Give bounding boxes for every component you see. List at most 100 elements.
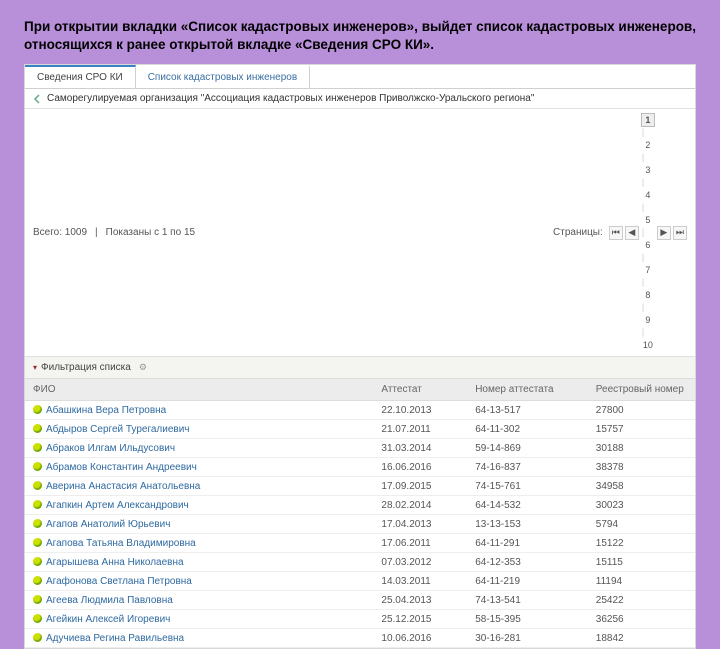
cell-date: 17.09.2015: [373, 477, 467, 496]
page-number[interactable]: 7: [641, 263, 655, 277]
org-name: Саморегулируемая организация "Ассоциация…: [47, 93, 534, 104]
cell-date: 16.06.2016: [373, 458, 467, 477]
page-number[interactable]: 5: [641, 213, 655, 227]
col-header-reg-no[interactable]: Реестровый номер: [588, 379, 695, 401]
pager-first-icon[interactable]: ⏮: [609, 226, 623, 240]
cell-reg: 18842: [588, 629, 695, 648]
cell-date: 07.03.2012: [373, 553, 467, 572]
page-separator: |: [641, 252, 645, 262]
cell-date: 25.04.2013: [373, 591, 467, 610]
cell-date: 14.03.2011: [373, 572, 467, 591]
filter-collapse-icon[interactable]: ▾: [33, 363, 37, 372]
filter-label: Фильтрация списка: [41, 362, 131, 373]
cell-cert: 74-13-541: [467, 591, 588, 610]
page-separator: |: [641, 227, 645, 237]
page-separator: |: [641, 327, 645, 337]
person-icon: [33, 595, 42, 604]
cell-cert: 13-13-153: [467, 515, 588, 534]
table-row[interactable]: Агейкин Алексей Игоревич25.12.201558-15-…: [25, 610, 695, 629]
tab-bar: Сведения СРО КИ Список кадастровых инжен…: [25, 65, 695, 89]
cell-date: 22.10.2013: [373, 401, 467, 420]
person-icon: [33, 557, 42, 566]
cell-reg: 36256: [588, 610, 695, 629]
tab-engineers-list[interactable]: Список кадастровых инженеров: [136, 65, 310, 88]
page-number[interactable]: 3: [641, 163, 655, 177]
pager-next-icon[interactable]: ▶: [657, 226, 671, 240]
person-icon: [33, 443, 42, 452]
cell-cert: 64-11-302: [467, 420, 588, 439]
cell-reg: 11194: [588, 572, 695, 591]
table-row[interactable]: Аверина Анастасия Анатольевна17.09.20157…: [25, 477, 695, 496]
person-icon: [33, 519, 42, 528]
page-number[interactable]: 4: [641, 188, 655, 202]
table-row[interactable]: Адучиева Регина Равильевна10.06.201630-1…: [25, 629, 695, 648]
page-number[interactable]: 10: [641, 338, 655, 352]
page-number[interactable]: 9: [641, 313, 655, 327]
cell-fio[interactable]: Агапкин Артем Александрович: [25, 496, 373, 515]
cell-fio[interactable]: Аверина Анастасия Анатольевна: [25, 477, 373, 496]
pages-label: Страницы:: [553, 227, 603, 238]
cell-reg: 15122: [588, 534, 695, 553]
cell-cert: 64-14-532: [467, 496, 588, 515]
back-icon[interactable]: [33, 94, 43, 104]
cell-fio[interactable]: Агеева Людмила Павловна: [25, 591, 373, 610]
col-header-cert-no[interactable]: Номер аттестата: [467, 379, 588, 401]
cell-fio[interactable]: Агарышева Анна Николаевна: [25, 553, 373, 572]
count-bar: Всего: 1009 | Показаны с 1 по 15 Страниц…: [25, 109, 695, 357]
pager-prev-icon[interactable]: ◀: [625, 226, 639, 240]
page-number[interactable]: 1: [641, 113, 655, 127]
page-separator: |: [641, 302, 645, 312]
cell-cert: 58-15-395: [467, 610, 588, 629]
cell-fio[interactable]: Агапова Татьяна Владимировна: [25, 534, 373, 553]
page-separator: |: [641, 127, 645, 137]
table-row[interactable]: Агарышева Анна Николаевна07.03.201264-12…: [25, 553, 695, 572]
person-icon: [33, 481, 42, 490]
table-row[interactable]: Агафонова Светлана Петровна14.03.201164-…: [25, 572, 695, 591]
total-count: Всего: 1009: [33, 227, 87, 238]
cell-cert: 74-15-761: [467, 477, 588, 496]
person-icon: [33, 405, 42, 414]
cell-fio[interactable]: Абашкина Вера Петровна: [25, 401, 373, 420]
col-header-attestat[interactable]: Аттестат: [373, 379, 467, 401]
col-header-fio[interactable]: ФИО: [25, 379, 373, 401]
cell-fio[interactable]: Абраков Илгам Ильдусович: [25, 439, 373, 458]
table-row[interactable]: Абашкина Вера Петровна22.10.201364-13-51…: [25, 401, 695, 420]
page-number[interactable]: 2: [641, 138, 655, 152]
page-separator: |: [641, 277, 645, 287]
cell-reg: 34958: [588, 477, 695, 496]
cell-date: 28.02.2014: [373, 496, 467, 515]
pager-last-icon[interactable]: ⏭: [673, 226, 687, 240]
table-row[interactable]: Агапкин Артем Александрович28.02.201464-…: [25, 496, 695, 515]
cell-fio[interactable]: Агапов Анатолий Юрьевич: [25, 515, 373, 534]
page-number[interactable]: 6: [641, 238, 655, 252]
table-row[interactable]: Агеева Людмила Павловна25.04.201374-13-5…: [25, 591, 695, 610]
cell-cert: 64-12-353: [467, 553, 588, 572]
shown-range: Показаны с 1 по 15: [106, 227, 195, 238]
cell-date: 17.04.2013: [373, 515, 467, 534]
page-number[interactable]: 8: [641, 288, 655, 302]
cell-cert: 74-16-837: [467, 458, 588, 477]
cell-date: 17.06.2011: [373, 534, 467, 553]
cell-cert: 64-11-219: [467, 572, 588, 591]
cell-reg: 15757: [588, 420, 695, 439]
cell-fio[interactable]: Адучиева Регина Равильевна: [25, 629, 373, 648]
cell-fio[interactable]: Абдыров Сергей Турегалиевич: [25, 420, 373, 439]
cell-fio[interactable]: Абрамов Константин Андреевич: [25, 458, 373, 477]
person-icon: [33, 633, 42, 642]
cell-reg: 25422: [588, 591, 695, 610]
tab-sro-info[interactable]: Сведения СРО КИ: [25, 65, 136, 88]
table-row[interactable]: Агапова Татьяна Владимировна17.06.201164…: [25, 534, 695, 553]
table-row[interactable]: Абдыров Сергей Турегалиевич21.07.201164-…: [25, 420, 695, 439]
table-row[interactable]: Абрамов Константин Андреевич16.06.201674…: [25, 458, 695, 477]
cell-reg: 30188: [588, 439, 695, 458]
table-row[interactable]: Абраков Илгам Ильдусович31.03.201459-14-…: [25, 439, 695, 458]
cell-fio[interactable]: Агейкин Алексей Игоревич: [25, 610, 373, 629]
engineers-table: ФИО Аттестат Номер аттестата Реестровый …: [25, 379, 695, 648]
person-icon: [33, 424, 42, 433]
gear-icon[interactable]: ⚙: [139, 362, 147, 373]
cell-fio[interactable]: Агафонова Светлана Петровна: [25, 572, 373, 591]
cell-cert: 64-11-291: [467, 534, 588, 553]
table-row[interactable]: Агапов Анатолий Юрьевич17.04.201313-13-1…: [25, 515, 695, 534]
person-icon: [33, 500, 42, 509]
filter-bar[interactable]: ▾ Фильтрация списка ⚙: [25, 357, 695, 379]
